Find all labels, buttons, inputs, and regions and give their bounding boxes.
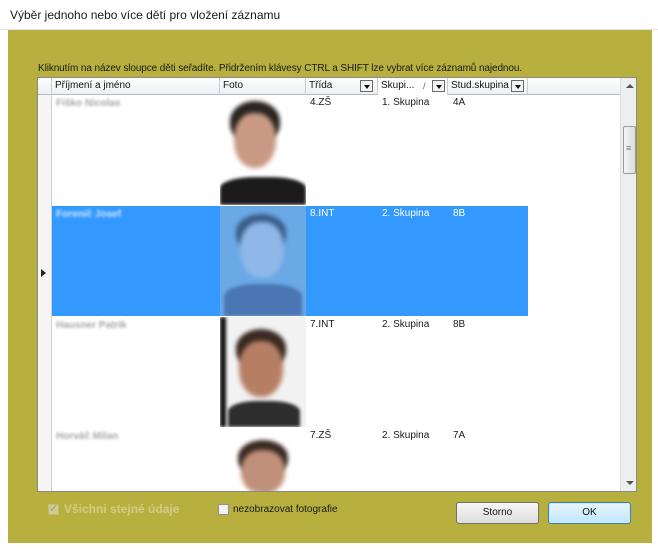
table-row[interactable]: Horváč Milan 7.ZŠ 2. Skupina 7A [52, 428, 528, 491]
study-group-cell: 7A [453, 430, 466, 441]
class-cell: 4.ZŠ [310, 97, 332, 108]
child-photo [220, 428, 306, 491]
group-cell: 2. Skupina [382, 319, 430, 330]
class-filter-dropdown-icon[interactable] [360, 80, 373, 92]
child-name: Horváč Milan [56, 431, 119, 442]
cancel-button[interactable]: Storno [456, 502, 539, 524]
sort-indicator-icon: / [423, 81, 426, 91]
column-header-class[interactable]: Třída [306, 78, 378, 95]
children-grid[interactable]: Příjmení a jméno Foto Třída Skupi... / S… [37, 77, 637, 492]
sort-hint-text: Kliknutím na název sloupce děti seřadíte… [38, 63, 522, 74]
hide-photos-label: nezobrazovat fotografie [233, 504, 338, 515]
child-name: Forenič Josef [56, 209, 122, 220]
group-cell: 2. Skupina [382, 430, 430, 441]
window-title: Výběr jednoho nebo více dětí pro vložení… [10, 8, 281, 22]
current-row-arrow-icon [41, 269, 46, 277]
column-header-class-label: Třída [309, 80, 333, 91]
class-cell: 7.INT [310, 319, 335, 330]
study-group-filter-dropdown-icon[interactable] [511, 80, 524, 92]
photo-shoulders [228, 401, 300, 427]
photo-face [239, 341, 283, 397]
row-indicator-column [38, 95, 52, 491]
scroll-up-icon[interactable] [626, 84, 634, 88]
photo-face [234, 113, 276, 168]
child-name: Fiško Nicolas [56, 98, 121, 109]
group-cell: 1. Skupina [382, 97, 430, 108]
column-header-study-group-label: Stud.skupina [451, 80, 509, 91]
column-header-group-label: Skupi... [381, 80, 415, 91]
column-header-name[interactable]: Příjmení a jméno [52, 78, 220, 95]
dialog-window: Výběr jednoho nebo více dětí pro vložení… [0, 0, 658, 549]
ok-button[interactable]: OK [548, 502, 631, 524]
title-bar: Výběr jednoho nebo více dětí pro vložení… [0, 0, 658, 30]
table-row[interactable]: Fiško Nicolas 4.ZŠ 1. Skupina 4A [52, 95, 528, 205]
grid-header: Příjmení a jméno Foto Třída Skupi... / S… [38, 78, 620, 95]
table-row[interactable]: Hausner Patrik 7.INT 2. Skupina 8B [52, 317, 528, 427]
column-header-photo[interactable]: Foto [220, 78, 306, 95]
hide-photos-checkbox[interactable] [218, 504, 229, 515]
child-photo [220, 206, 306, 316]
class-cell: 7.ZŠ [310, 430, 332, 441]
photo-face [240, 222, 284, 278]
class-cell: 8.INT [310, 208, 335, 219]
same-data-label: Všichni stejné údaje [64, 502, 180, 516]
photo-shoulders [224, 284, 302, 316]
photo-shoulders [220, 177, 306, 205]
table-row-selected[interactable]: Forenič Josef 8.INT 2. Skupina 8B [52, 206, 528, 316]
study-group-cell: 4A [453, 97, 466, 108]
study-group-cell: 8B [453, 319, 466, 330]
study-group-cell: 8B [453, 208, 466, 219]
child-name: Hausner Patrik [56, 320, 127, 331]
scroll-thumb[interactable] [623, 126, 636, 174]
column-header-study-group[interactable]: Stud.skupina [448, 78, 528, 95]
scroll-down-icon[interactable] [626, 481, 634, 485]
photo-face [241, 450, 285, 491]
vertical-scrollbar[interactable] [620, 78, 636, 491]
column-header-group[interactable]: Skupi... / [378, 78, 448, 95]
child-photo [220, 317, 306, 427]
group-cell: 2. Skupina [382, 208, 430, 219]
child-photo [220, 95, 306, 205]
group-filter-dropdown-icon[interactable] [432, 80, 445, 92]
row-header-corner [38, 78, 52, 95]
photo-dark-edge [220, 317, 226, 427]
same-data-checkbox[interactable] [48, 502, 59, 515]
